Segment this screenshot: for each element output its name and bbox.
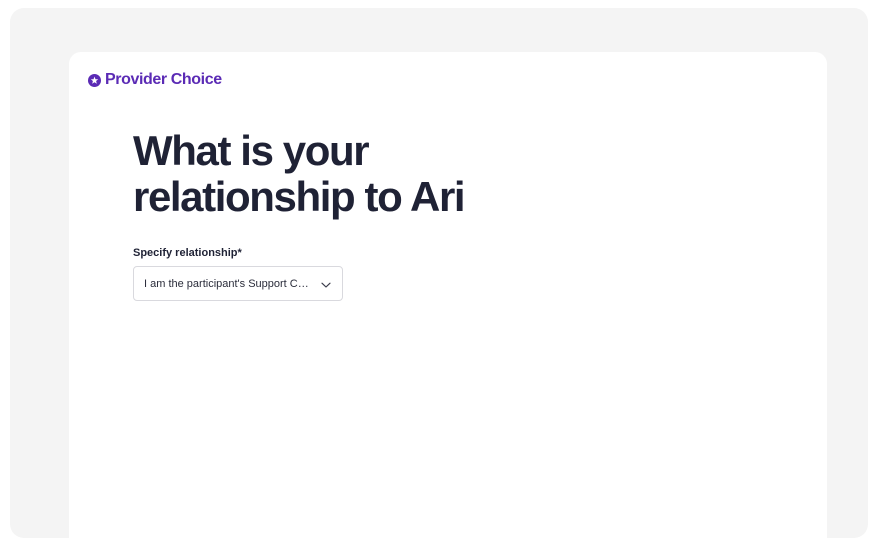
relationship-label: Specify relationship*: [133, 247, 242, 259]
brand-name: Provider Choice: [105, 71, 222, 88]
page-background: Provider Choice What is your relationshi…: [10, 8, 868, 552]
page-title: What is your relationship to Ari: [133, 127, 466, 220]
star-badge-icon: [88, 73, 101, 87]
relationship-selected-value: I am the participant's Support Coordinat…: [144, 277, 320, 290]
main-card: Provider Choice What is your relationshi…: [69, 52, 827, 552]
provider-choice-logo[interactable]: Provider Choice: [88, 71, 222, 89]
chevron-down-icon: [320, 278, 332, 290]
relationship-select[interactable]: I am the participant's Support Coordinat…: [133, 266, 343, 301]
